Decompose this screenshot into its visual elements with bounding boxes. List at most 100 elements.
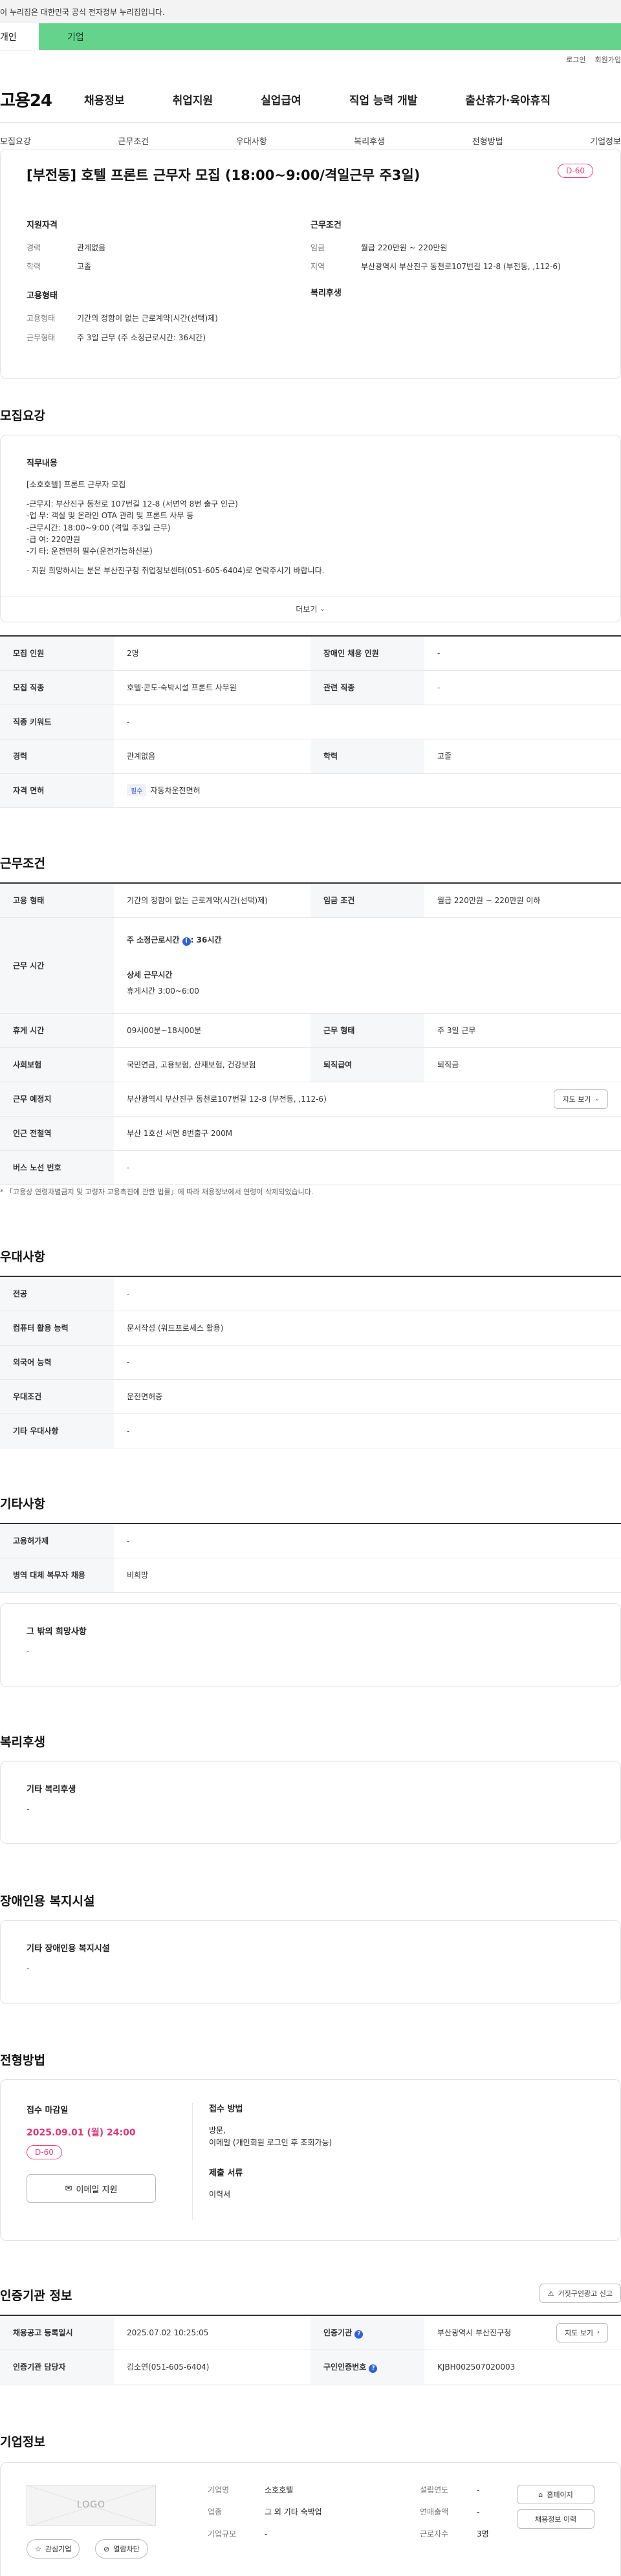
org-map-button[interactable]: 지도 보기 › (556, 2322, 608, 2342)
company-box: LOGO ☆ 관심기업 ⊘ 열람차단 기업명 소호호텔 설립연도 - 업종 그 외 … (0, 2462, 621, 2576)
anchor-tab-selection[interactable]: 전형방법 (472, 135, 503, 147)
email-apply-button[interactable]: ✉ 이메일 지원 (27, 2174, 156, 2203)
duty-line: -근무지: 부산진구 동천로 107번길 12-8 (서면역 8번 출구 인근) (27, 499, 238, 509)
scale-key: 기업규모 (208, 2529, 237, 2538)
table-head: 휴게 시간 (0, 1013, 114, 1048)
section-title-disabled: 장애인용 복지시설 (0, 1894, 95, 1908)
table-row: 고용 형태 기간의 정함이 없는 근로계약(시간(선택)제) 임금 조건 월급 … (0, 883, 621, 918)
workform-key: 근무형태 (27, 333, 56, 342)
table-head: 학력 (310, 739, 424, 774)
num-key: 구인인증번호 (323, 2362, 367, 2372)
docs-head: 제출 서류 (209, 2168, 243, 2179)
job-title: [부전동] 호텔 프론트 근무자 모집 (18:00~9:00/격일근무 주3일… (27, 168, 420, 183)
sales-key: 연매출액 (420, 2507, 449, 2516)
section-title-recruit: 모집요강 (0, 409, 45, 423)
table-cell: 부산 1호선 서면 8번출구 200M (114, 1116, 621, 1151)
table-row: 근무 시간 주 소정근로시간 i: 36시간 상세 근무시간 휴게시간 3:00… (0, 917, 621, 1014)
docs-value: 이력서 (209, 2189, 231, 2199)
help-icon[interactable]: ? (369, 2364, 378, 2373)
anchor-tab-conditions[interactable]: 근무조건 (118, 135, 149, 147)
chevron-down-icon: ⌄ (320, 606, 325, 613)
gnb-item-vocational-training[interactable]: 직업 능력 개발 (349, 91, 418, 107)
method-col: 접수 방법 방문, 이메일 (개인회원 로그인 후 조회가능) 제출 서류 이력… (209, 2103, 571, 2201)
help-icon[interactable]: ? (354, 2330, 364, 2339)
table-head: 관련 직종 (310, 670, 424, 705)
table-head: 컴퓨터 활용 능력 (0, 1311, 114, 1346)
table-head: 채용공고 등록일시 (0, 2315, 114, 2350)
table-head: 모집 인원 (0, 636, 114, 671)
summary-left-col: 지원자격 경력 관계없음 학력 고졸 고용형태 고용형태 기간의 정함이 없는 근로계… (27, 218, 310, 351)
map-button[interactable]: 지도 보기 ⌄ (554, 1089, 608, 1109)
table-cell: 주 소정근로시간 i: 36시간 상세 근무시간 휴게시간 3:00~6:00 (114, 917, 621, 1014)
duty-box: 직무내용 [소호호텔] 프론트 근무자 모집 -근무지: 부산진구 동천로 10… (0, 435, 621, 622)
table-head: 사회보험 (0, 1047, 114, 1082)
anchor-tab-welfare[interactable]: 복리후생 (354, 135, 385, 147)
history-button[interactable]: 채용정보 이력 (517, 2509, 594, 2529)
homepage-button[interactable]: ⌂ 홈페이지 (517, 2485, 594, 2504)
tab-corp[interactable]: 기업 (39, 23, 621, 50)
report-icon: ⚠ (547, 2289, 554, 2298)
table-row: 자격 면허 필수 자동차운전면허 (0, 773, 621, 808)
summary-card: [부전동] 호텔 프론트 근무자 모집 (18:00~9:00/격일근무 주3일… (0, 149, 621, 379)
table-cell: 월급 220만원 ~ 220만원 이하 (424, 883, 621, 918)
gnb-item-parental-leave[interactable]: 출산휴가·육아휴직 (465, 91, 550, 107)
weekly-hours-value: : 36시간 (190, 935, 222, 944)
gnb-item-jobs[interactable]: 채용정보 (84, 91, 125, 107)
duty-line (27, 490, 594, 498)
report-fake-ad-label: 거짓구인광고 신고 (558, 2289, 613, 2298)
company-logo: LOGO (27, 2485, 156, 2526)
table-row: 사회보험 국민연금, 고용보험, 산재보험, 건강보험 퇴직급여 퇴직금 (0, 1047, 621, 1082)
wish-head: 그 밖의 희망사항 (27, 1627, 87, 1637)
table-cell: - (114, 1414, 621, 1448)
join-link[interactable]: 회원가입 (595, 54, 621, 65)
table-cell: 주 3일 근무 (424, 1013, 621, 1048)
table-cell: - (424, 636, 621, 671)
duty-line (27, 557, 594, 565)
deadline-dday-badge: D-60 (27, 2145, 62, 2159)
table-cell: 퇴직금 (424, 1047, 621, 1082)
site-logo[interactable]: 고용24 (0, 87, 84, 111)
anchor-tab-preference[interactable]: 우대사항 (236, 135, 267, 147)
duty-line: -급 여: 220만원 (27, 534, 81, 544)
anchor-tab-recruit[interactable]: 모집요강 (0, 135, 31, 147)
wish-value: - (27, 1647, 30, 1656)
block-icon: ⊘ (104, 2544, 110, 2553)
org-value: 부산광역시 부산진구청 (437, 2328, 512, 2338)
gnb-item-unemployment-benefit[interactable]: 실업급여 (261, 91, 301, 107)
emptype-key: 고용형태 (27, 314, 56, 323)
favorite-button[interactable]: ☆ 관심기업 (27, 2539, 80, 2559)
section-title-selection: 전형방법 (0, 2053, 45, 2068)
star-icon: ☆ (35, 2544, 41, 2553)
favorite-label: 관심기업 (45, 2545, 72, 2553)
staff-value: 3명 (477, 2529, 489, 2538)
workform-value: 주 3일 근무 (주 소정근로시간: 36시간) (77, 333, 206, 342)
table-cell: 김소연(051-605-6404) (114, 2350, 310, 2385)
login-link[interactable]: 로그인 (566, 54, 585, 65)
more-button[interactable]: 더보기 ⌄ (1, 596, 620, 622)
duty-line: -기 타: 운전면허 필수(운전가능하신분) (27, 547, 153, 556)
table-cell: 2명 (114, 636, 310, 671)
welfare-head: 복리후생 (310, 289, 342, 299)
tab-person[interactable]: 개인 (0, 23, 39, 50)
table-head: 인근 전철역 (0, 1116, 114, 1151)
gnb-item-employment-support[interactable]: 취업지원 (173, 91, 213, 107)
cond-head: 근무조건 (310, 221, 342, 230)
company-name-key: 기업명 (208, 2485, 230, 2494)
table-cell: 운전면허증 (114, 1379, 621, 1414)
table-cell: 문서작성 (워드프로세스 활용) (114, 1311, 621, 1346)
table-head: 버스 노선 번호 (0, 1150, 114, 1185)
table-row: 인근 전철역 부산 1호선 서면 8번출구 200M (0, 1116, 621, 1151)
qual-head: 지원자격 (27, 221, 58, 230)
section-title-other: 기타사항 (0, 1497, 45, 1511)
table-cell: 국민연금, 고용보험, 산재보험, 건강보험 (114, 1047, 310, 1082)
duty-head: 직무내용 (27, 459, 58, 468)
info-icon[interactable]: i (182, 937, 191, 946)
report-fake-ad-button[interactable]: ⚠ 거짓구인광고 신고 (539, 2284, 621, 2303)
duty-content: [소호호텔] 프론트 근무자 모집 -근무지: 부산진구 동천로 107번길 1… (27, 479, 594, 577)
summary-right-col: 근무조건 임금 월급 220만원 ~ 220만원 지역 부산광역시 부산진구 동천로… (310, 218, 594, 351)
duty-line: -업 무: 객실 및 온라인 OTA 관리 및 프론트 사무 등 (27, 511, 194, 521)
duty-line: [소호호텔] 프론트 근무자 모집 (27, 480, 126, 489)
anchor-tab-company[interactable]: 기업정보 (590, 135, 621, 147)
block-button[interactable]: ⊘ 열람차단 (95, 2539, 148, 2559)
cert-table: 채용공고 등록일시 2025.07.02 10:25:05 인증기관 ? 부산광… (0, 2315, 621, 2385)
